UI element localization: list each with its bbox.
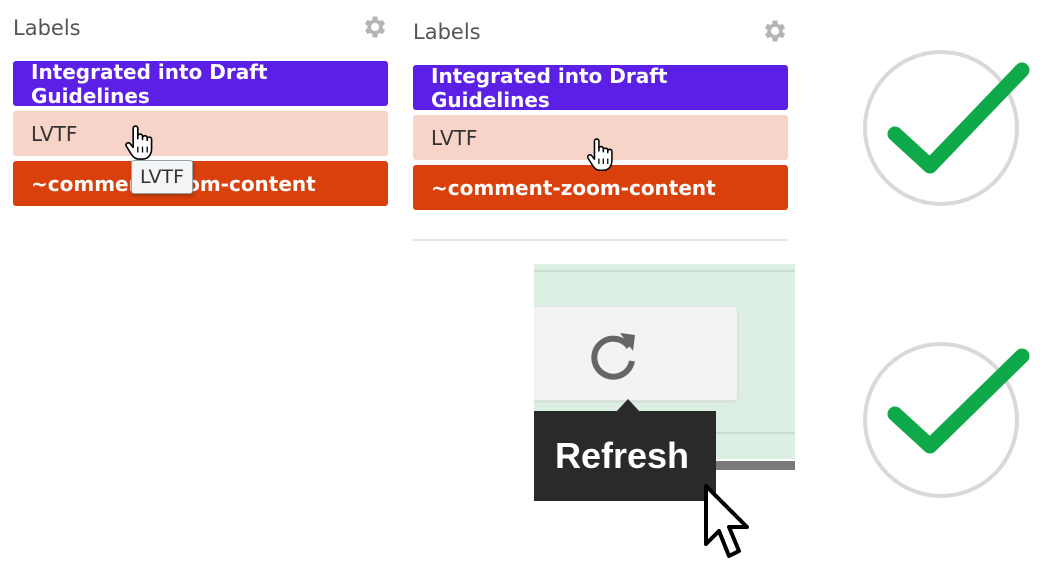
gear-icon[interactable]	[760, 17, 788, 45]
refresh-icon	[591, 333, 635, 380]
arrow-cursor-icon	[704, 484, 749, 558]
gear-icon[interactable]	[360, 13, 388, 41]
refresh-button-panel: Refresh	[534, 264, 795, 574]
tooltip-lvtf: LVTF	[131, 160, 193, 194]
label-comment-zoom-content[interactable]: ~comment-zoom-content	[13, 161, 388, 206]
label-integrated-draft-guidelines[interactable]: Integrated into Draft Guidelines	[13, 60, 388, 108]
hand-cursor-icon	[586, 138, 613, 171]
label-integrated-draft-guidelines[interactable]: Integrated into Draft Guidelines	[413, 64, 788, 112]
toolbar-divider	[534, 270, 795, 272]
checkmark-icon	[863, 342, 1030, 498]
panel-title: Labels	[13, 16, 81, 40]
label-lvtf[interactable]: LVTF	[13, 111, 388, 156]
divider	[413, 239, 788, 241]
hand-cursor-icon	[125, 125, 153, 160]
panel-title: Labels	[413, 20, 481, 44]
refresh-button[interactable]	[534, 306, 738, 401]
checkmark-icon	[863, 50, 1030, 206]
tooltip-refresh: Refresh	[534, 411, 716, 501]
